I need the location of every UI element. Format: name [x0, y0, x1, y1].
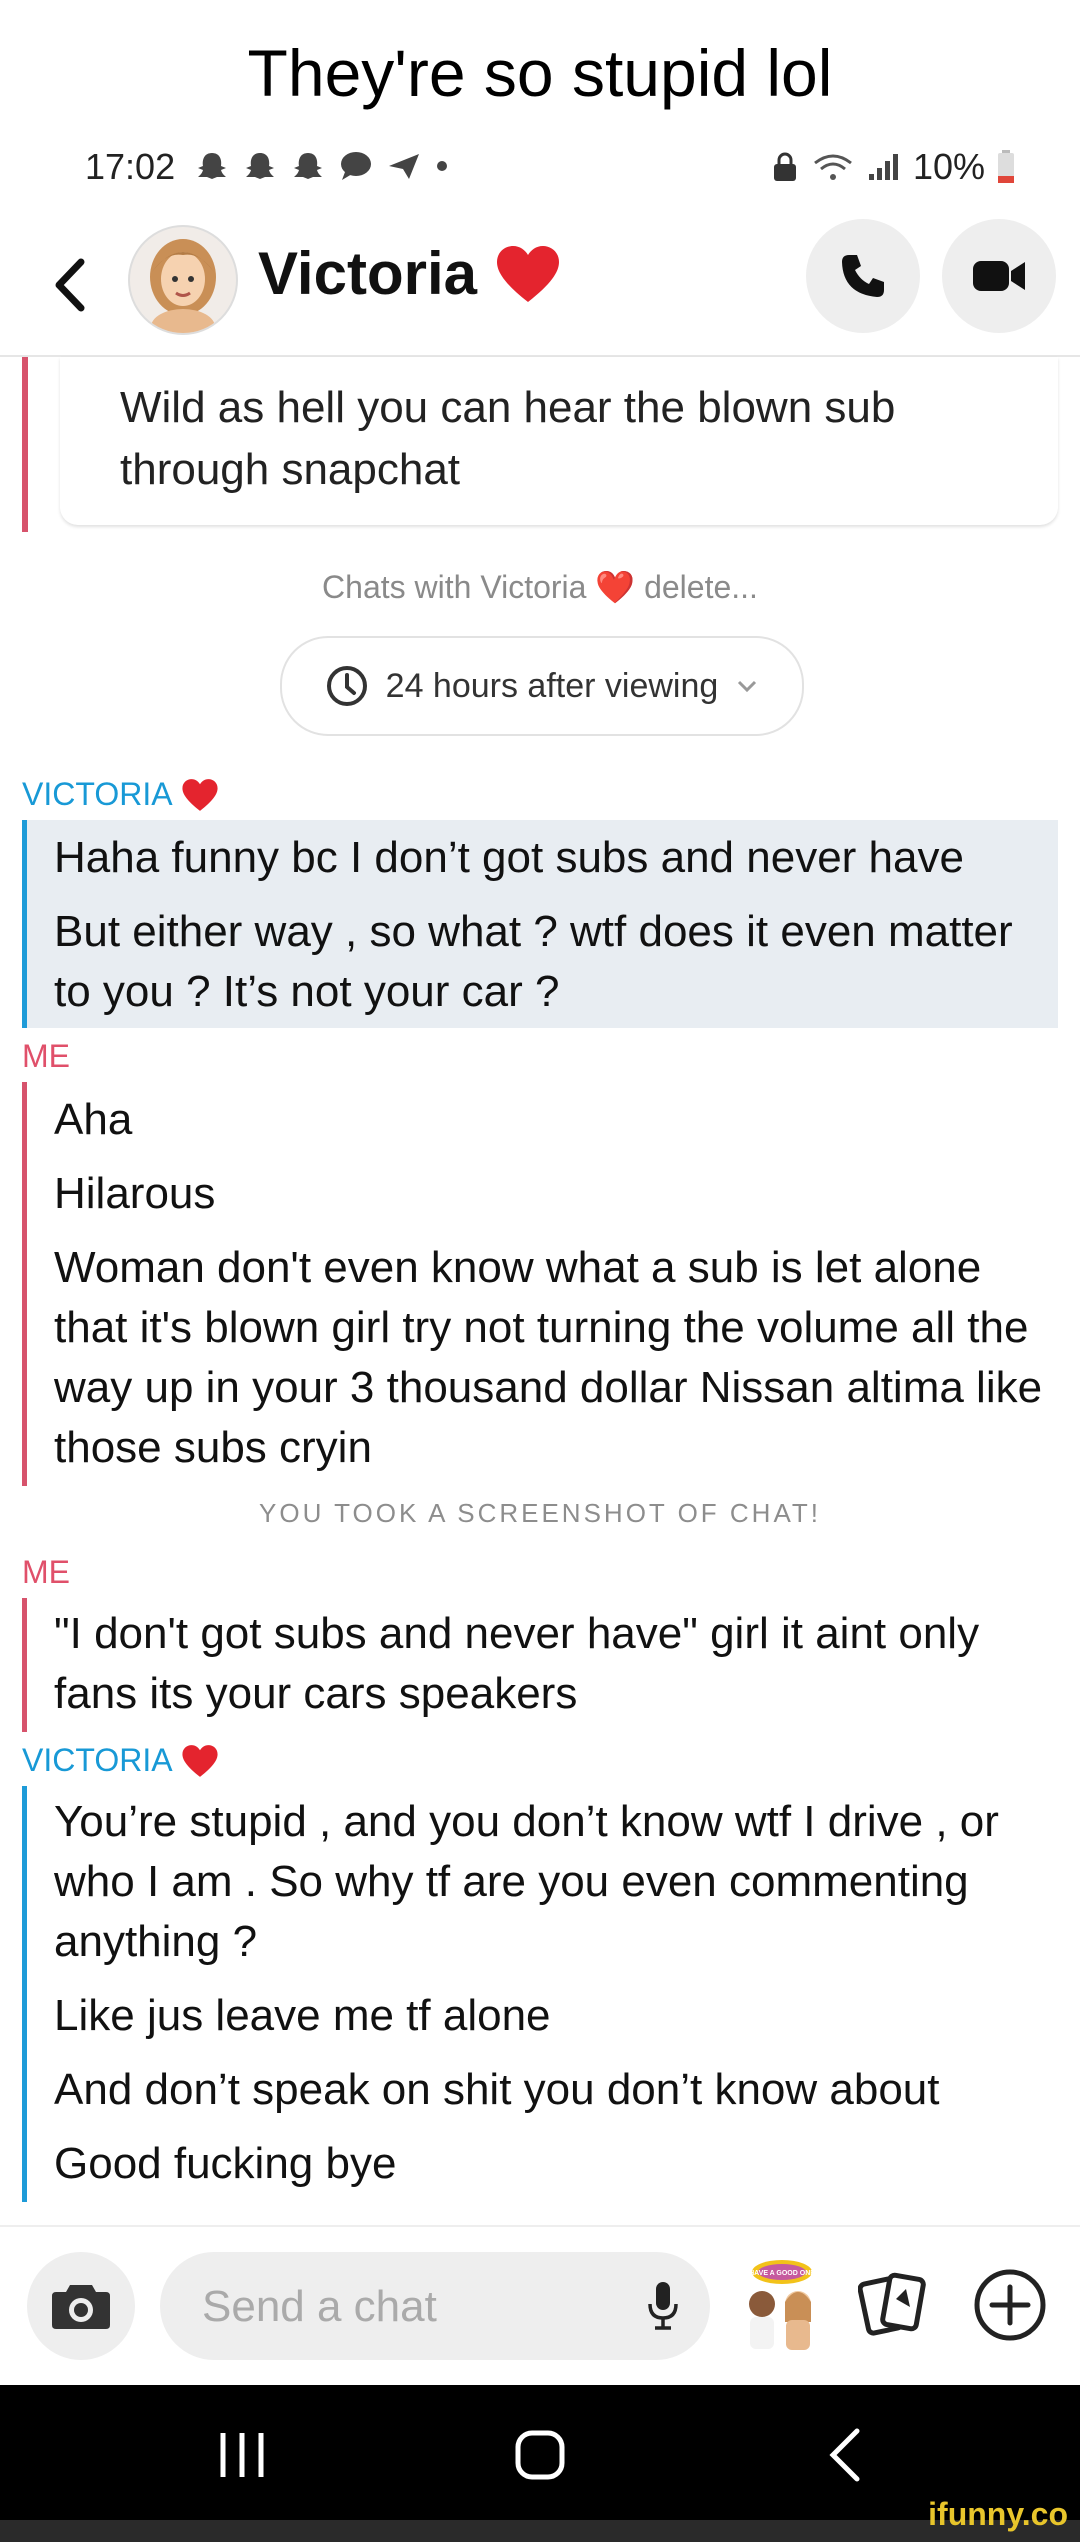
quoted-message: Wild as hell you can hear the blown sub …	[22, 357, 1058, 532]
chat-input[interactable]	[200, 2252, 624, 2362]
voice-call-button[interactable]	[806, 219, 920, 333]
watermark-strip	[0, 2520, 1080, 2542]
quoted-bar	[22, 357, 28, 532]
microphone-icon	[648, 2282, 678, 2330]
cards-button[interactable]	[857, 2267, 928, 2348]
message-text[interactable]: You’re stupid , and you don’t know wtf I…	[54, 1786, 1058, 1972]
sender-name: VICTORIA	[22, 1742, 173, 1778]
screenshot-notice: YOU TOOK A SCREENSHOT OF CHAT!	[259, 1498, 821, 1528]
snapchat-notification-icon	[294, 153, 322, 179]
heart-icon	[181, 778, 218, 811]
chat-header: Victoria	[0, 215, 1080, 357]
wifi-icon	[814, 154, 852, 180]
avatar[interactable]	[128, 225, 238, 335]
chevron-left-icon	[55, 258, 85, 312]
sender-name: VICTORIA	[22, 776, 173, 812]
contact-name[interactable]: Victoria	[258, 239, 561, 308]
message-text[interactable]: Woman don't even know what a sub is let …	[54, 1238, 1058, 1478]
phone-icon	[842, 255, 884, 297]
message-text[interactable]: Aha	[54, 1082, 1058, 1150]
delete-timer-selector[interactable]: 24 hours after viewing	[280, 636, 804, 736]
message-group: You’re stupid , and you don’t know wtf I…	[22, 1786, 1058, 2202]
message-text[interactable]: But either way , so what ? wtf does it e…	[54, 902, 1058, 1022]
video-camera-icon	[973, 261, 1025, 291]
chat-bubble-icon	[341, 152, 371, 180]
battery-low-icon	[998, 150, 1014, 183]
status-bar: 17:02 10%	[0, 140, 1080, 200]
watermark-logo: ifunny.co	[928, 2496, 1068, 2532]
bitmoji-caption: HAVE A GOOD ONE	[749, 2270, 815, 2277]
home-button[interactable]	[512, 2425, 568, 2490]
system-back-button[interactable]	[825, 2425, 865, 2490]
recent-apps-icon	[220, 2433, 264, 2477]
chat-input-bar: HAVE A GOOD ONE	[0, 2225, 1080, 2387]
meme-caption: They're so stupid lol	[247, 36, 833, 110]
snapchat-notification-icon	[198, 153, 226, 179]
message-text[interactable]: Like jus leave me tf alone	[54, 1986, 1058, 2046]
notification-icons	[195, 150, 449, 182]
bitmoji-avatar-icon	[150, 239, 216, 333]
lock-icon	[773, 152, 796, 181]
message-text[interactable]: "I don't got subs and never have" girl i…	[54, 1598, 1058, 1724]
sender-label-me: ME	[22, 1554, 70, 1590]
chat-input-field[interactable]	[160, 2252, 710, 2362]
system-nav-bar	[0, 2385, 1080, 2525]
sender-label-victoria: VICTORIA	[22, 776, 219, 813]
video-call-button[interactable]	[942, 219, 1056, 333]
timer-label: 24 hours after viewing	[385, 666, 719, 705]
message-text[interactable]: And don’t speak on shit you don’t know a…	[54, 2060, 1058, 2120]
signal-icon	[868, 154, 898, 180]
message-text[interactable]: Haha funny bc I don’t got subs and never…	[54, 820, 1058, 888]
send-arrow-icon	[389, 154, 419, 179]
message-text[interactable]: Good fucking bye	[54, 2134, 1058, 2194]
bitmoji-sticker-icon: HAVE A GOOD ONE	[749, 2260, 815, 2350]
message-group: Aha Hilarous Woman don't even know what …	[22, 1082, 1058, 1486]
battery-percent: 10%	[912, 146, 985, 187]
bitmoji-button[interactable]: HAVE A GOOD ONE	[730, 2252, 830, 2360]
snapchat-notification-icon	[246, 153, 274, 179]
status-right: 10%	[771, 146, 1015, 188]
clock-icon	[326, 666, 367, 706]
status-time: 17:02	[85, 146, 176, 187]
back-button[interactable]	[40, 245, 100, 325]
recent-apps-button[interactable]	[215, 2425, 269, 2490]
quoted-card[interactable]: Wild as hell you can hear the blown sub …	[60, 357, 1058, 525]
dot-icon	[437, 161, 447, 171]
camera-icon	[52, 2285, 110, 2329]
back-chevron-icon	[829, 2428, 860, 2482]
sender-label-me: ME	[22, 1038, 70, 1074]
chevron-down-icon	[738, 680, 757, 693]
message-group: "I don't got subs and never have" girl i…	[22, 1598, 1058, 1732]
microphone-button[interactable]	[646, 2280, 680, 2337]
sender-label-victoria: VICTORIA	[22, 1742, 219, 1779]
camera-button[interactable]	[27, 2252, 135, 2360]
message-group: Haha funny bc I don’t got subs and never…	[22, 820, 1058, 1028]
contact-name-text: Victoria	[258, 240, 477, 307]
add-button[interactable]	[972, 2267, 1048, 2348]
heart-icon	[497, 245, 559, 302]
quoted-text: Wild as hell you can hear the blown sub …	[120, 383, 896, 494]
message-text[interactable]: Hilarous	[54, 1164, 1058, 1224]
plus-circle-icon	[974, 2269, 1046, 2341]
home-icon	[515, 2430, 565, 2480]
chat-delete-info: Chats with Victoria ❤️ delete...	[322, 569, 758, 605]
heart-icon	[181, 1744, 218, 1777]
cards-icon	[857, 2272, 926, 2336]
